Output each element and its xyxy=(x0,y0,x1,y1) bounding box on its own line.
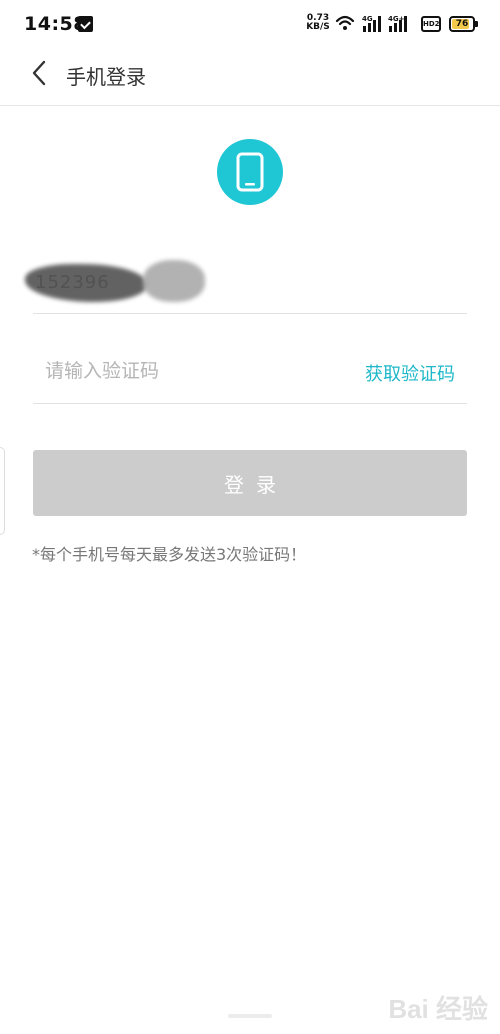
back-button[interactable] xyxy=(22,56,56,90)
hd-voice-icon: HD2 xyxy=(421,16,441,32)
notification-icon xyxy=(78,16,93,32)
signal-4g-plus-label: 4G+ xyxy=(388,15,405,23)
signal-4g-icon: 4G xyxy=(362,15,381,32)
sms-limit-note: *每个手机号每天最多发送3次验证码！ xyxy=(32,545,307,564)
battery-icon: 76 xyxy=(449,16,475,32)
hd-voice-label: HD2 xyxy=(423,20,440,28)
signal-4g-plus-icon: 4G+ xyxy=(388,15,407,32)
verification-code-input[interactable] xyxy=(45,356,325,386)
mobile-phone-icon xyxy=(236,152,264,192)
network-speed: 0.73 KB/S xyxy=(305,14,331,32)
phone-number-field[interactable]: 152396 xyxy=(25,250,467,314)
wifi-icon xyxy=(335,15,355,30)
home-indicator xyxy=(228,1014,272,1018)
redaction-scribble-light xyxy=(143,260,205,302)
battery-tip xyxy=(475,21,478,27)
status-bar: 14:58 0.73 KB/S 4G 4G+ HD2 76 xyxy=(0,0,500,50)
chevron-left-icon xyxy=(32,60,46,86)
network-speed-unit: KB/S xyxy=(306,22,330,32)
page-title: 手机登录 xyxy=(66,65,146,89)
verification-code-field: 获取验证码 xyxy=(33,340,467,404)
login-button[interactable]: 登录 xyxy=(33,450,467,516)
phone-badge xyxy=(217,139,283,205)
header: 手机登录 xyxy=(0,50,500,106)
baidu-jingyan-watermark: Bai 经验 xyxy=(388,994,488,1024)
battery-level: 76 xyxy=(455,19,469,29)
side-edge-handle[interactable] xyxy=(0,447,5,535)
redaction-scribble xyxy=(25,264,147,302)
signal-4g-label: 4G xyxy=(362,15,373,23)
get-code-button[interactable]: 获取验证码 xyxy=(365,360,455,386)
